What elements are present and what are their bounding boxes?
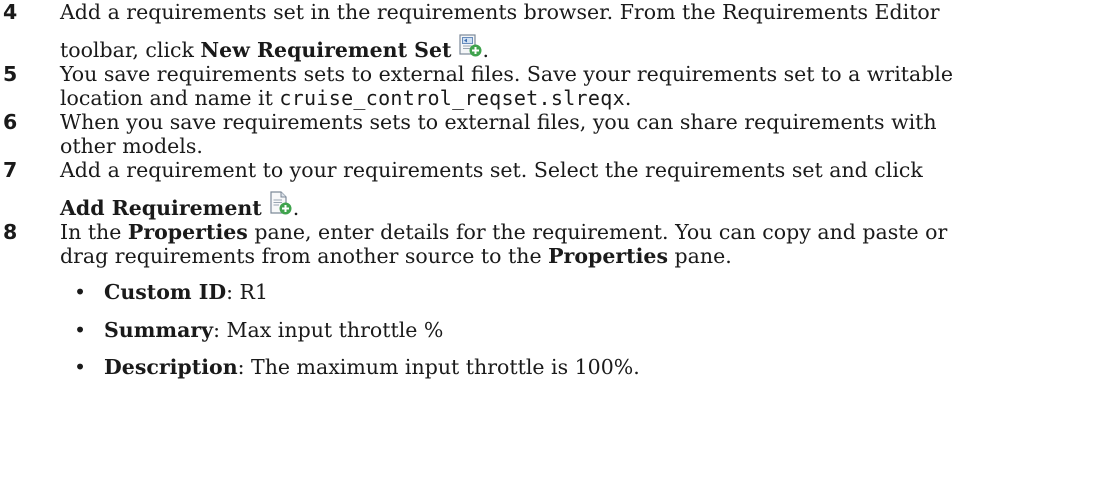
- new-requirement-set-label: New Requirement Set: [200, 38, 452, 62]
- bullet-value: : R1: [226, 280, 269, 304]
- bullet-glyph: •: [74, 355, 87, 379]
- instructions-page: 4 Add a requirements set in the requirem…: [0, 0, 1116, 504]
- properties-label: Properties: [127, 220, 248, 244]
- bullet-label: Summary: [104, 318, 214, 342]
- step-text-line: Add Requirement .: [60, 182, 1106, 220]
- bullet-summary: • Summary: Max input throttle %: [74, 318, 443, 342]
- step-text-line: In the Properties pane, enter details fo…: [60, 220, 948, 244]
- step-number: 4: [3, 0, 18, 24]
- step-text-line: drag requirements from another source to…: [60, 244, 732, 268]
- step-text-line: location and name it cruise_control_reqs…: [60, 86, 632, 110]
- step-number: 6: [3, 110, 18, 134]
- step-text-line: Add a requirements set in the requiremen…: [60, 0, 940, 24]
- step-text-line: other models.: [60, 134, 203, 158]
- bullet-custom-id: • Custom ID: R1: [74, 280, 268, 304]
- bullet-glyph: •: [74, 280, 87, 304]
- step-text-line: Add a requirement to your requirements s…: [60, 158, 923, 182]
- filename-code: cruise_control_reqset.slreqx: [279, 86, 625, 110]
- properties-label: Properties: [548, 244, 669, 268]
- step-number: 7: [3, 158, 18, 182]
- bullet-value: : Max input throttle %: [213, 318, 444, 342]
- bullet-description: • Description: The maximum input throttle…: [74, 355, 640, 379]
- step-text-line: You save requirements sets to external f…: [60, 62, 954, 86]
- bullet-label: Custom ID: [104, 280, 227, 304]
- bullet-value: : The maximum input throttle is 100%.: [237, 355, 640, 379]
- add-requirement-label: Add Requirement: [60, 196, 262, 220]
- step-number: 8: [3, 220, 18, 244]
- add-requirement-icon: [270, 191, 292, 215]
- bullet-glyph: •: [74, 318, 87, 342]
- step-number: 5: [3, 62, 18, 86]
- step-text-line: When you save requirements sets to exter…: [60, 110, 937, 134]
- step-text-line: toolbar, click New Requirement Set .: [60, 24, 1106, 62]
- bullet-label: Description: [104, 355, 238, 379]
- new-requirement-set-icon: [458, 34, 481, 57]
